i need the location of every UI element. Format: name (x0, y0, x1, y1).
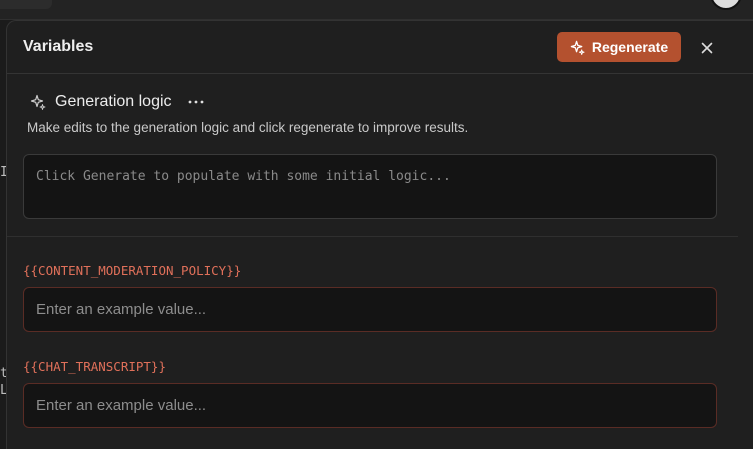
close-button[interactable] (697, 38, 717, 58)
close-icon (701, 42, 713, 54)
regenerate-button[interactable]: Regenerate (557, 32, 681, 62)
regenerate-label: Regenerate (591, 39, 669, 55)
variable-label: {{CONTENT_MODERATION_POLICY}} (23, 263, 242, 278)
variable-label: {{CHAT_TRANSCRIPT}} (23, 359, 166, 374)
sparkle-icon (30, 94, 46, 110)
panel-title: Variables (23, 38, 94, 55)
background-app-toolbar (0, 0, 753, 20)
divider (7, 236, 738, 237)
generation-logic-description: Make edits to the generation logic and c… (27, 120, 469, 135)
variables-panel: Variables Regenerate Generation logic Ma… (6, 20, 753, 449)
variable-value-input[interactable]: Enter an example value... (23, 383, 717, 428)
variable-value-input[interactable]: Enter an example value... (23, 287, 717, 332)
sparkle-icon (570, 40, 585, 55)
panel-header: Variables Regenerate (7, 21, 753, 74)
generation-logic-input[interactable]: Click Generate to populate with some ini… (23, 154, 717, 219)
generation-logic-header: Generation logic (30, 92, 206, 112)
background-tab (0, 0, 52, 9)
more-options-button[interactable] (186, 92, 206, 112)
generation-logic-title: Generation logic (55, 93, 172, 110)
avatar[interactable] (710, 0, 742, 10)
ellipsis-icon (188, 100, 203, 104)
